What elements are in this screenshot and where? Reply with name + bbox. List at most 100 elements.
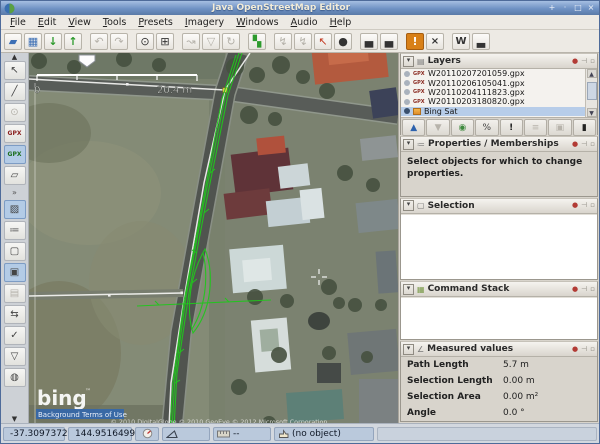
sticky-icon[interactable]: ● <box>572 140 578 149</box>
search-button[interactable]: ⊙ <box>136 33 154 50</box>
dock-icon[interactable]: ⊣ <box>581 285 587 294</box>
collapse-icon[interactable]: ▾ <box>403 139 414 150</box>
move-layer-down-button[interactable]: ▼ <box>426 119 449 136</box>
redo-button[interactable]: ↷ <box>110 33 128 50</box>
sticky-icon[interactable]: ● <box>572 201 578 210</box>
dock-icon[interactable]: ⊣ <box>581 345 587 354</box>
sticky-icon[interactable]: ● <box>572 345 578 354</box>
menu-tools[interactable]: Tools <box>98 17 131 28</box>
delete-layer-button[interactable]: ▮ <box>573 119 596 136</box>
menu-audio[interactable]: Audio <box>286 17 323 28</box>
wms-layer-toggle[interactable]: ▨ <box>4 200 26 219</box>
conflict-toggle[interactable]: ▤ <box>4 284 26 303</box>
filter-button[interactable]: ▽ <box>202 33 220 50</box>
scroll-thumb[interactable] <box>587 82 597 100</box>
merge-layer-button[interactable]: ≡ <box>524 119 547 136</box>
close-panel-icon[interactable]: ▫ <box>590 57 595 66</box>
dock-icon[interactable]: ⊣ <box>581 140 587 149</box>
map-canvas[interactable]: 0 20.4 m bing ™ Background Terms of Use … <box>29 53 398 423</box>
layer-row[interactable]: GPX W20110207201059.gpx <box>401 69 597 78</box>
layers-scrollbar[interactable]: ▲ ▼ <box>585 69 597 117</box>
select-way-button[interactable]: ↝ <box>182 33 200 50</box>
flash-a-button[interactable]: ↯ <box>274 33 292 50</box>
save-button[interactable]: ▦ <box>24 33 42 50</box>
menu-view[interactable]: View <box>63 17 96 28</box>
layer-row[interactable]: GPX W20110204111823.gpx <box>401 88 597 97</box>
selection-panel-title: Selection <box>428 201 569 211</box>
undo-button[interactable]: ↶ <box>90 33 108 50</box>
sticky-icon[interactable]: ● <box>572 285 578 294</box>
draw-nodes-tool[interactable]: ╱ <box>4 82 26 101</box>
dock-icon[interactable]: ⊣ <box>581 57 587 66</box>
upload-button[interactable]: ↑ <box>64 33 82 50</box>
flash-b-button[interactable]: ↯ <box>294 33 312 50</box>
activate-layer-button[interactable]: ! <box>500 119 523 136</box>
scroll-up-button[interactable]: ▲ <box>587 69 597 78</box>
selection-list[interactable] <box>401 214 597 279</box>
extrude-tool[interactable]: ▱ <box>4 166 26 185</box>
sticky-icon[interactable]: ● <box>572 57 578 66</box>
layer-row[interactable]: GPX W20110203180820.gpx <box>401 97 597 106</box>
dock-icon[interactable]: ⊣ <box>581 201 587 210</box>
remote-control-button[interactable]: ↖ <box>314 33 332 50</box>
open-button[interactable]: ▰ <box>4 33 22 50</box>
close-panel-icon[interactable]: ▫ <box>590 140 595 149</box>
longitude-field: 144.9516499 <box>68 427 132 441</box>
select-tool[interactable]: ↖ <box>4 61 26 80</box>
warning-button[interactable]: ! <box>406 33 424 50</box>
ruler-button[interactable]: ▃ <box>472 33 490 50</box>
wms-button[interactable]: W <box>452 33 470 50</box>
close-tool-button[interactable]: × <box>426 33 444 50</box>
show-hide-layer-button[interactable]: ◉ <box>451 119 474 136</box>
selection-toggle[interactable]: ▢ <box>4 242 26 261</box>
menu-help[interactable]: Help <box>325 17 357 28</box>
hand-button[interactable]: ● <box>334 33 352 50</box>
menu-edit[interactable]: Edit <box>33 17 61 28</box>
command-stack-toggle[interactable]: ⇆ <box>4 305 26 324</box>
visibility-icon[interactable] <box>404 71 410 77</box>
minimize-button[interactable]: · <box>560 3 570 13</box>
command-stack-list[interactable] <box>401 297 597 339</box>
filter-toggle[interactable]: ▽ <box>4 347 26 366</box>
sidebar-scroll-up-icon[interactable]: ▲ <box>12 54 17 60</box>
collapse-icon[interactable]: ▾ <box>403 344 414 355</box>
move-layer-up-button[interactable]: ▲ <box>402 119 425 136</box>
bus-button[interactable]: ▄ <box>380 33 398 50</box>
visibility-icon[interactable] <box>404 99 410 105</box>
close-button[interactable]: × <box>586 3 596 13</box>
close-panel-icon[interactable]: ▫ <box>590 285 595 294</box>
validator-toggle[interactable]: ✓ <box>4 326 26 345</box>
menu-presets[interactable]: Presets <box>133 17 178 28</box>
collapse-icon[interactable]: ▾ <box>403 200 414 211</box>
visibility-icon[interactable] <box>404 80 410 86</box>
more-tools-button[interactable]: » <box>12 188 17 197</box>
menu-imagery[interactable]: Imagery <box>180 17 229 28</box>
gpx-download-tool[interactable]: GPX <box>4 124 26 143</box>
imagery-toggle[interactable]: ▣ <box>4 263 26 282</box>
plugin-button[interactable]: ▚ <box>248 33 266 50</box>
relations-toggle[interactable]: ◍ <box>4 368 26 387</box>
collapse-icon[interactable]: ▾ <box>403 56 414 67</box>
close-panel-icon[interactable]: ▫ <box>590 345 595 354</box>
refresh-button[interactable]: ↻ <box>222 33 240 50</box>
duplicate-layer-button[interactable]: ▣ <box>548 119 571 136</box>
download-button[interactable]: ↓ <box>44 33 62 50</box>
properties-toggle[interactable]: ≔ <box>4 221 26 240</box>
visibility-icon[interactable] <box>404 89 410 95</box>
preferences-button[interactable]: ⊞ <box>156 33 174 50</box>
maximize-button[interactable]: □ <box>573 3 583 13</box>
layer-row-selected[interactable]: Bing Sat <box>401 107 597 116</box>
layer-opacity-button[interactable]: % <box>475 119 498 136</box>
scroll-down-button[interactable]: ▼ <box>587 108 597 117</box>
sidebar-scroll-down-icon[interactable]: ▼ <box>12 416 17 422</box>
close-panel-icon[interactable]: ▫ <box>590 201 595 210</box>
layer-row[interactable]: GPX W20110206105041.gpx <box>401 78 597 87</box>
visibility-icon[interactable] <box>404 108 410 114</box>
menu-file[interactable]: File <box>5 17 31 28</box>
zoom-tool[interactable]: ⊙ <box>4 103 26 122</box>
collapse-icon[interactable]: ▾ <box>403 284 414 295</box>
gpx-edit-tool[interactable]: GPX <box>4 145 26 164</box>
shade-button[interactable]: + <box>547 3 557 13</box>
menu-windows[interactable]: Windows <box>231 17 283 28</box>
car-button[interactable]: ▄ <box>360 33 378 50</box>
